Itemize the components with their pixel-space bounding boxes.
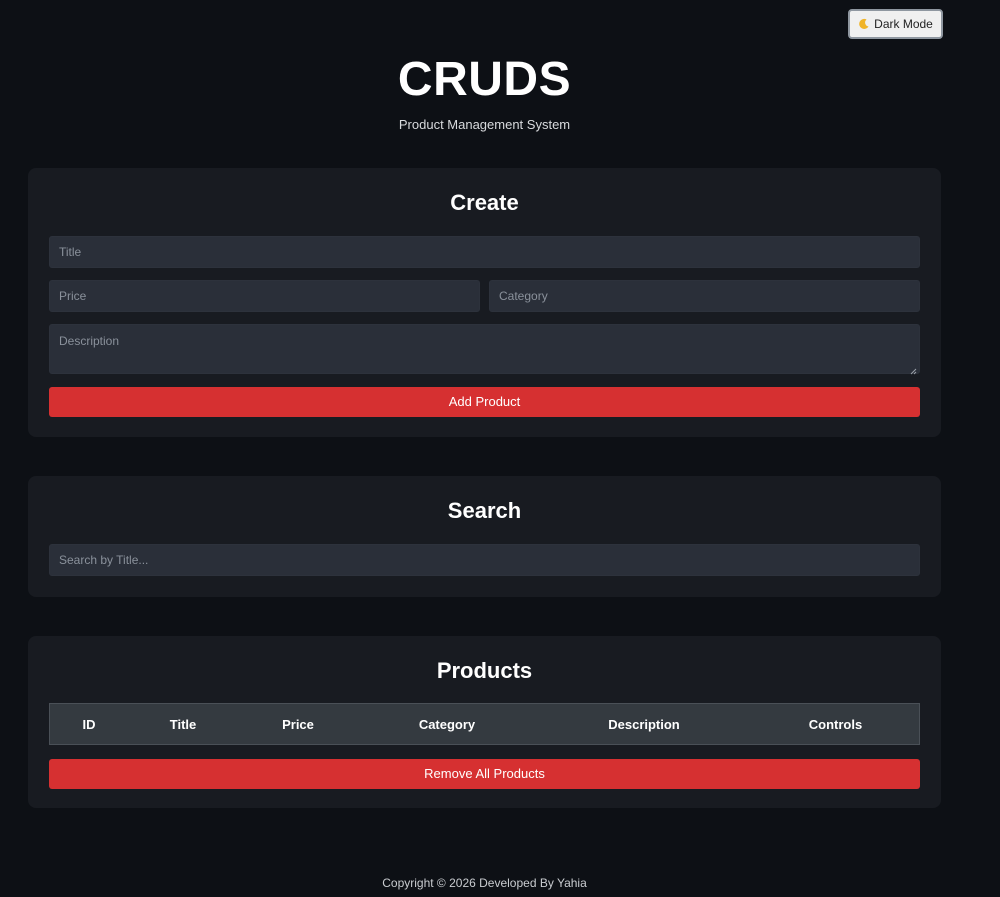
add-product-button[interactable]: Add Product (49, 387, 920, 417)
resize-handle-icon[interactable] (910, 364, 917, 375)
description-placeholder: Description (59, 334, 120, 348)
category-input[interactable]: Category (489, 280, 920, 312)
column-header-description: Description (608, 716, 680, 732)
description-textarea[interactable]: Description (49, 324, 920, 375)
column-header-title: Title (169, 716, 197, 732)
app-subtitle: Product Management System (398, 117, 571, 132)
app-title: CRUDS (397, 53, 572, 106)
create-heading: Create (450, 190, 519, 215)
products-table: ID Title Price Category Description Cont… (49, 703, 920, 745)
price-input[interactable]: Price (49, 280, 480, 312)
title-input[interactable]: Title (49, 236, 920, 268)
products-card: Products ID Title Price Category Descrip… (28, 636, 941, 808)
page-header: CRUDS Product Management System (0, 52, 969, 132)
dark-mode-toggle-button[interactable]: Dark Mode (848, 9, 943, 39)
products-heading: Products (436, 658, 533, 683)
dark-mode-label: Dark Mode (874, 17, 933, 31)
remove-all-products-button[interactable]: Remove All Products (49, 759, 920, 789)
search-card: Search Search by Title... (28, 476, 941, 597)
column-header-id: ID (82, 716, 96, 732)
create-card: Create Title Price Category Description … (28, 168, 941, 437)
column-header-category: Category (418, 716, 476, 732)
search-heading: Search (447, 498, 522, 523)
footer-copyright: Copyright © 2026 Developed By Yahia (382, 876, 587, 890)
search-input[interactable]: Search by Title... (49, 544, 920, 576)
column-header-price: Price (282, 716, 314, 732)
table-header-row: ID Title Price Category Description Cont… (50, 704, 920, 745)
moon-icon (858, 18, 870, 30)
column-header-controls: Controls (808, 716, 863, 732)
